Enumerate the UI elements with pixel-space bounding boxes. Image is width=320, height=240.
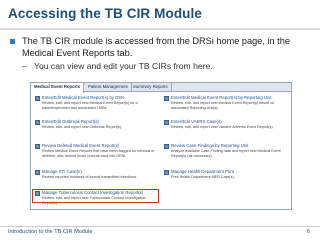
module-icon xyxy=(35,144,40,149)
sub-bullet-point: – You can view and edit your TB CIRs fro… xyxy=(22,61,213,71)
module-link-sti-cases[interactable]: Manage STI Case(s) Review reported incid… xyxy=(34,169,160,187)
sub-bullet-text: You can view and edit your TB CIRs from … xyxy=(34,61,213,71)
module-link-vaers[interactable]: Enter/Edit VAERS Case(s) Review, edit, a… xyxy=(163,119,289,137)
module-link-edit-by-reporting-unit[interactable]: Enter/Edit Medical Event Report(s) by Re… xyxy=(163,95,289,113)
tab-patient-management[interactable]: Patient Management xyxy=(85,83,132,92)
module-link-edit-by-dsn[interactable]: Enter/Edit Medical Event Report(s) by DS… xyxy=(34,95,160,113)
slide-title: Accessing the TB CIR Module xyxy=(8,6,202,21)
module-icon xyxy=(35,120,40,125)
page-number: 6 xyxy=(306,229,310,235)
drsi-screenshot-panel: Medical Event Reports Patient Management… xyxy=(30,82,292,210)
module-link-deleted-reports[interactable]: Review Deleted Medical Event Report(s) R… xyxy=(34,143,160,161)
module-icon xyxy=(35,170,40,175)
footer-text: Introduction to the TB CIR Module xyxy=(8,229,93,235)
highlight-box xyxy=(32,189,159,203)
tab-medical-event-reports[interactable]: Medical Event Reports xyxy=(31,83,85,93)
module-description: Review, edit, and report new Outbreak Re… xyxy=(42,125,123,129)
tab-bar: Medical Event Reports Patient Management… xyxy=(31,83,291,93)
footer-divider xyxy=(0,226,320,227)
module-link-health-dept-print[interactable]: Manage Health Department Print Print Hea… xyxy=(163,169,289,187)
module-link-case-findings[interactable]: Review Case-Findings by Reporting Unit A… xyxy=(163,143,289,161)
bullet-text: The TB CIR module is accessed from the D… xyxy=(22,36,290,58)
module-description: Print Health Department MER Case(s). xyxy=(171,175,235,179)
module-description: Review, edit, and report new Medical Eve… xyxy=(171,101,275,110)
module-description: Review Medical Event Reports that have b… xyxy=(42,149,155,158)
module-icon xyxy=(164,96,169,101)
module-icon xyxy=(35,96,40,101)
title-divider xyxy=(0,28,320,30)
tab-summary-reports[interactable]: Summary Reports xyxy=(130,83,172,92)
module-icon xyxy=(164,144,169,149)
module-link-outbreak[interactable]: Enter/Edit Outbreak Report(s) Review, ed… xyxy=(34,119,160,137)
module-icon xyxy=(164,170,169,175)
module-description: Analyze available Case-Finding data and … xyxy=(171,149,281,158)
module-description: Review, edit, and report new Medical Eve… xyxy=(42,101,138,110)
sub-bullet-dash: – xyxy=(22,61,27,71)
module-icon xyxy=(164,120,169,125)
square-bullet-icon xyxy=(10,39,15,44)
module-description: Review, edit, and report new Vaccine Adv… xyxy=(171,125,274,129)
module-description: Review reported incidents of sexual tran… xyxy=(42,175,138,179)
